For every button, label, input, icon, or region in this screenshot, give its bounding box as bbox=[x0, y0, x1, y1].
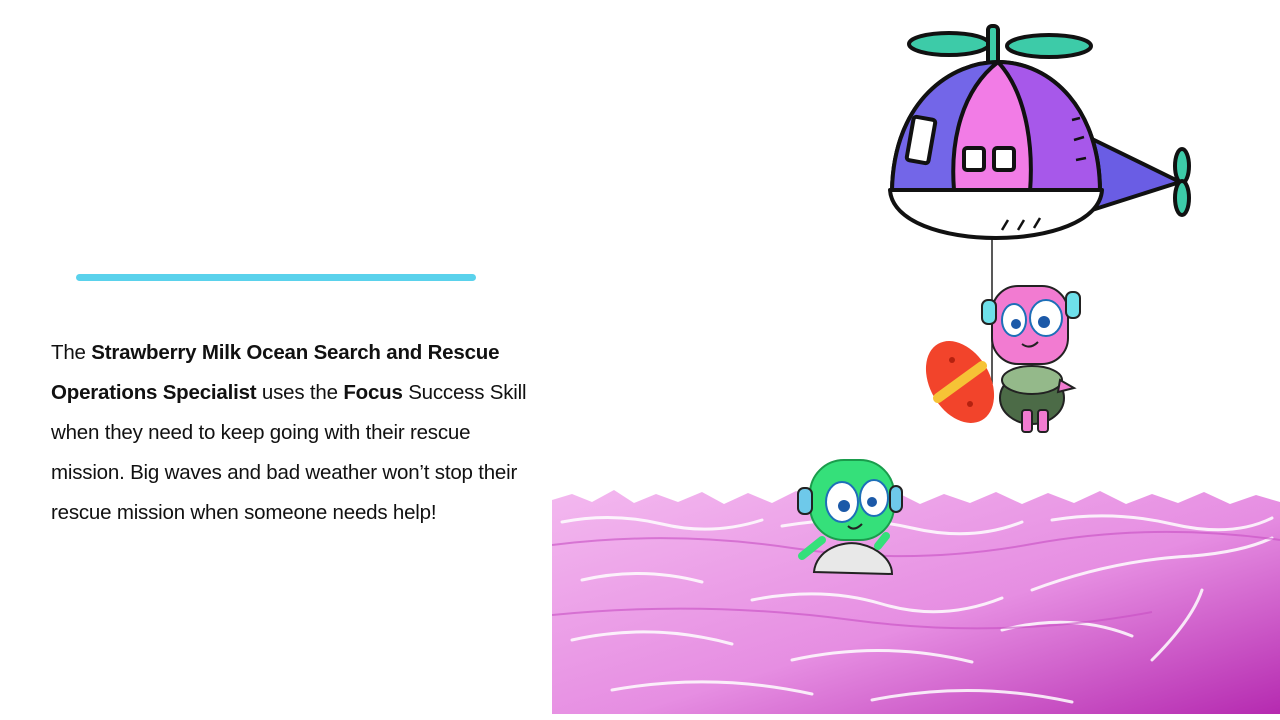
slide: The Strawberry Milk Ocean Search and Res… bbox=[0, 0, 1280, 720]
skill-name: Focus bbox=[343, 380, 403, 404]
rescue-scene bbox=[552, 0, 1280, 720]
body-paragraph: The Strawberry Milk Ocean Search and Res… bbox=[51, 333, 541, 533]
pink-robot-icon bbox=[981, 285, 1081, 433]
text-part-1: The bbox=[51, 340, 92, 364]
helicopter-illustration bbox=[888, 24, 1191, 240]
scene-illustration bbox=[552, 24, 1280, 714]
text-part-2: uses the bbox=[256, 380, 344, 404]
ocean-waves bbox=[552, 490, 1280, 714]
accent-line bbox=[76, 274, 476, 281]
